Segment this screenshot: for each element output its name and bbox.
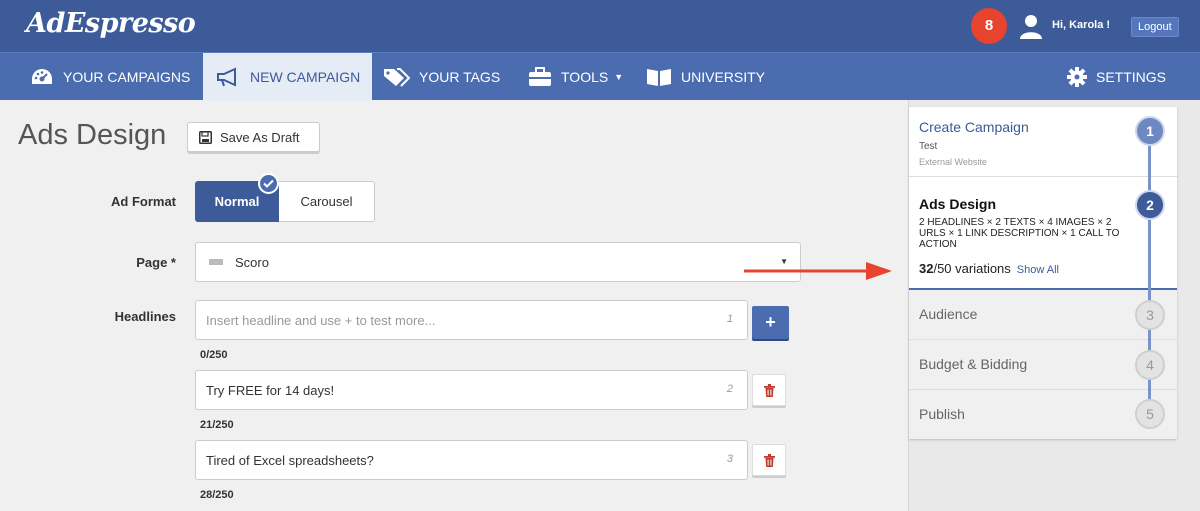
user-greeting[interactable]: Hi, Karola ! <box>1052 19 1110 31</box>
trash-icon <box>763 383 775 397</box>
megaphone-icon <box>217 67 236 87</box>
headline-index: 2 <box>726 383 733 395</box>
chevron-down-icon: ▼ <box>614 72 624 82</box>
arrow-icon <box>744 262 892 280</box>
variations-total: /50 variations <box>933 261 1011 276</box>
nav-label: YOUR TAGS <box>419 69 501 85</box>
headline-input[interactable]: Try FREE for 14 days! 2 <box>195 370 748 410</box>
step-create-campaign[interactable]: Create Campaign Test External Website <box>909 107 1177 177</box>
headline-counter: 0/250 <box>200 349 228 361</box>
toolbox-icon <box>529 67 551 86</box>
notification-badge[interactable]: 8 <box>971 8 1007 44</box>
logout-button[interactable]: Logout <box>1131 17 1179 37</box>
step-title: Audience <box>919 306 978 322</box>
dashboard-icon <box>32 69 52 84</box>
page-label: Page * <box>136 255 176 270</box>
step-number: 1 <box>1135 116 1165 146</box>
step-campaign-name: Test <box>919 141 938 152</box>
nav-label: YOUR CAMPAIGNS <box>63 69 191 85</box>
show-all-link[interactable]: Show All <box>1017 264 1059 276</box>
headline-counter: 28/250 <box>200 489 234 501</box>
check-icon <box>258 173 279 194</box>
step-ads-design[interactable]: Ads Design 2 HEADLINES × 2 TEXTS × 4 IMA… <box>909 177 1177 290</box>
save-draft-button[interactable]: Save As Draft <box>187 122 320 152</box>
user-icon[interactable] <box>1018 13 1044 39</box>
ad-format-carousel[interactable]: Carousel <box>279 181 375 222</box>
step-number: 3 <box>1135 300 1165 330</box>
step-title: Publish <box>919 406 965 422</box>
headline-placeholder: Insert headline and use + to test more..… <box>206 312 436 328</box>
tags-icon <box>384 68 410 87</box>
headline-counter: 21/250 <box>200 419 234 431</box>
plus-icon: + <box>765 312 776 332</box>
nav-label: TOOLS <box>561 69 609 85</box>
add-headline-button[interactable]: + <box>752 306 789 339</box>
nav-new-campaign[interactable]: NEW CAMPAIGN <box>203 53 372 101</box>
variations-summary: 32/50 variations Show All <box>919 261 1059 276</box>
nav-settings[interactable]: SETTINGS <box>1067 53 1166 101</box>
trash-icon <box>763 453 775 467</box>
nav-your-tags[interactable]: YOUR TAGS <box>382 53 500 101</box>
delete-headline-button[interactable] <box>752 374 786 406</box>
step-title: Ads Design <box>919 196 997 212</box>
step-variation-formula: 2 HEADLINES × 2 TEXTS × 4 IMAGES × 2 URL… <box>919 217 1120 250</box>
floppy-disk-icon <box>199 130 212 144</box>
ad-format-toggle: Normal Carousel <box>195 181 375 222</box>
headline-value: Tired of Excel spreadsheets? <box>206 452 374 468</box>
nav-label: NEW CAMPAIGN <box>250 69 361 85</box>
book-icon <box>647 69 671 86</box>
delete-headline-button[interactable] <box>752 444 786 476</box>
page-select[interactable]: Scoro ▼ <box>195 242 801 282</box>
gear-icon <box>1067 67 1087 87</box>
page-select-value: Scoro <box>235 254 269 270</box>
step-title: Budget & Bidding <box>919 356 1028 372</box>
top-bar: AdEspresso 8 Hi, Karola ! Logout <box>0 0 1200 52</box>
nav-label: SETTINGS <box>1096 69 1167 85</box>
logo[interactable]: AdEspresso <box>26 8 196 39</box>
step-number: 4 <box>1135 350 1165 380</box>
nav-your-campaigns[interactable]: YOUR CAMPAIGNS <box>30 53 190 101</box>
headline-value: Try FREE for 14 days! <box>206 382 335 398</box>
save-draft-label: Save As Draft <box>220 129 300 145</box>
nav-tools[interactable]: TOOLS ▼ <box>528 53 623 101</box>
headline-index: 3 <box>726 453 733 465</box>
headline-index: 1 <box>726 313 733 325</box>
step-title: Create Campaign <box>919 119 1029 135</box>
main-nav: YOUR CAMPAIGNS NEW CAMPAIGN YOUR TAGS TO… <box>0 52 1200 101</box>
steps-list: Create Campaign Test External Website Ad… <box>909 107 1177 439</box>
page-logo <box>209 259 223 265</box>
headline-input[interactable]: Insert headline and use + to test more..… <box>195 300 748 340</box>
step-number: 5 <box>1135 399 1165 429</box>
headlines-label: Headlines <box>114 309 176 324</box>
step-number: 2 <box>1135 190 1165 220</box>
ad-format-label: Ad Format <box>111 194 176 209</box>
step-objective: External Website <box>919 157 987 167</box>
page-title: Ads Design <box>18 119 167 151</box>
nav-university[interactable]: UNIVERSITY <box>646 53 765 101</box>
variations-count: 32 <box>919 261 934 276</box>
nav-label: UNIVERSITY <box>681 69 766 85</box>
headline-input[interactable]: Tired of Excel spreadsheets? 3 <box>195 440 748 480</box>
